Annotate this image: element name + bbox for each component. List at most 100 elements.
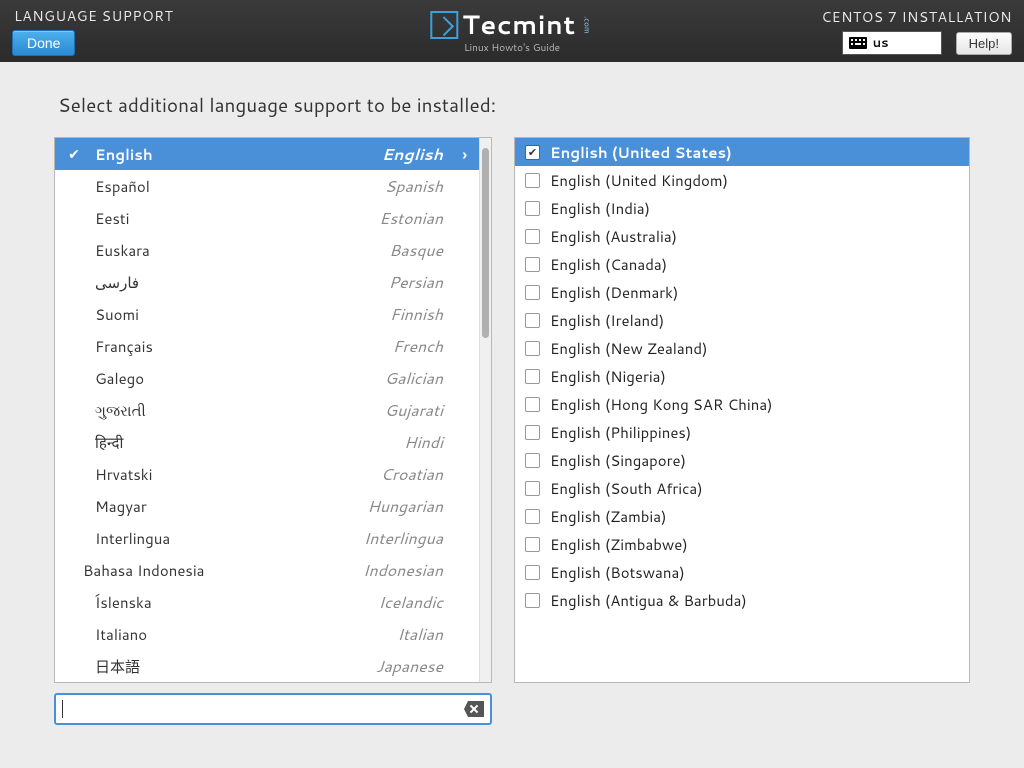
language-row[interactable]: MagyarHungarian› <box>55 490 479 522</box>
locale-checkbox[interactable] <box>525 565 540 580</box>
locale-checkbox[interactable] <box>525 341 540 356</box>
locale-row[interactable]: English (India) <box>515 194 969 222</box>
language-row[interactable]: ✔EnglishEnglish› <box>55 138 479 170</box>
language-row[interactable]: SuomiFinnish› <box>55 298 479 330</box>
language-native-label: Italiano <box>89 624 147 645</box>
locale-row[interactable]: English (United States) <box>515 138 969 166</box>
locale-checkbox[interactable] <box>525 145 540 160</box>
locale-checkbox[interactable] <box>525 537 540 552</box>
locale-row[interactable]: English (Australia) <box>515 222 969 250</box>
top-bar: LANGUAGE SUPPORT Done Tecmint .com Linux… <box>0 0 1024 62</box>
locale-row[interactable]: English (Zimbabwe) <box>515 530 969 558</box>
language-row[interactable]: 日本語Japanese› <box>55 650 479 682</box>
locale-row[interactable]: English (Singapore) <box>515 446 969 474</box>
language-search-box[interactable] <box>54 693 492 725</box>
language-row[interactable]: فارسیPersian› <box>55 266 479 298</box>
locale-row[interactable]: English (Denmark) <box>515 278 969 306</box>
language-english-label: Interlingua <box>364 527 449 550</box>
locale-row[interactable]: English (Botswana) <box>515 558 969 586</box>
locale-checkbox[interactable] <box>525 369 540 384</box>
language-row[interactable]: Bahasa IndonesiaIndonesian› <box>55 554 479 586</box>
locale-row[interactable]: English (Canada) <box>515 250 969 278</box>
language-english-label: French <box>393 335 449 358</box>
locale-row[interactable]: English (Antigua & Barbuda) <box>515 586 969 614</box>
language-english-label: Hungarian <box>367 495 449 518</box>
language-native-label: Euskara <box>89 240 150 261</box>
locale-list[interactable]: English (United States) English (United K… <box>515 138 969 614</box>
install-title: CENTOS 7 INSTALLATION <box>821 7 1012 27</box>
locale-checkbox[interactable] <box>525 313 540 328</box>
language-row[interactable]: ÍslenskaIcelandic› <box>55 586 479 618</box>
locale-checkbox[interactable] <box>525 425 540 440</box>
locale-row[interactable]: English (South Africa) <box>515 474 969 502</box>
language-english-label: Gujarati <box>385 399 449 422</box>
locale-label: English (Zambia) <box>550 506 667 527</box>
language-search-input[interactable] <box>67 700 464 719</box>
chevron-right-icon: › <box>453 144 467 165</box>
locale-checkbox[interactable] <box>525 509 540 524</box>
locale-row[interactable]: English (Philippines) <box>515 418 969 446</box>
language-row[interactable]: FrançaisFrench› <box>55 330 479 362</box>
locale-label: English (South Africa) <box>550 478 703 499</box>
scroll-thumb[interactable] <box>482 148 489 338</box>
locale-checkbox[interactable] <box>525 481 540 496</box>
language-row[interactable]: हिन्दीHindi› <box>55 426 479 458</box>
language-native-label: Suomi <box>89 304 139 325</box>
language-row[interactable]: EuskaraBasque› <box>55 234 479 266</box>
language-panel: ✔EnglishEnglish›EspañolSpanish›EestiEsto… <box>54 137 492 683</box>
clear-search-icon[interactable] <box>464 701 484 717</box>
done-button[interactable]: Done <box>12 30 75 56</box>
language-english-label: Basque <box>389 239 449 262</box>
language-english-label: Croatian <box>380 463 449 486</box>
language-row[interactable]: GalegoGalician› <box>55 362 479 394</box>
language-list[interactable]: ✔EnglishEnglish›EspañolSpanish›EestiEsto… <box>55 138 479 682</box>
locale-checkbox[interactable] <box>525 397 540 412</box>
language-row[interactable]: EspañolSpanish› <box>55 170 479 202</box>
locale-checkbox[interactable] <box>525 453 540 468</box>
locale-label: English (India) <box>550 198 650 219</box>
locale-row[interactable]: English (United Kingdom) <box>515 166 969 194</box>
language-native-label: ગુજરાતી <box>89 400 146 421</box>
locale-checkbox[interactable] <box>525 593 540 608</box>
language-row[interactable]: EestiEstonian› <box>55 202 479 234</box>
language-native-label: Français <box>89 336 153 357</box>
help-button[interactable]: Help! <box>956 32 1012 55</box>
page-title: LANGUAGE SUPPORT <box>14 6 173 26</box>
locale-row[interactable]: English (Hong Kong SAR China) <box>515 390 969 418</box>
locale-label: English (Nigeria) <box>550 366 666 387</box>
locale-label: English (United States) <box>550 142 732 163</box>
language-native-label: 日本語 <box>89 656 140 677</box>
language-english-label: Hindi <box>404 431 449 454</box>
language-scrollbar[interactable] <box>479 138 491 682</box>
locale-row[interactable]: English (New Zealand) <box>515 334 969 362</box>
locale-checkbox[interactable] <box>525 229 540 244</box>
language-row[interactable]: InterlinguaInterlingua› <box>55 522 479 554</box>
language-english-label: Finnish <box>390 303 449 326</box>
locale-row[interactable]: English (Nigeria) <box>515 362 969 390</box>
check-icon: ✔ <box>63 144 85 164</box>
language-english-label: Italian <box>397 623 449 646</box>
language-row[interactable]: HrvatskiCroatian› <box>55 458 479 490</box>
brand-text: Tecmint <box>462 7 575 43</box>
language-english-label: Japanese <box>376 655 449 678</box>
brand-dotcom: .com <box>582 16 594 34</box>
locale-checkbox[interactable] <box>525 173 540 188</box>
locale-label: English (United Kingdom) <box>550 170 728 191</box>
language-row[interactable]: ItalianoItalian› <box>55 618 479 650</box>
locale-row[interactable]: English (Zambia) <box>515 502 969 530</box>
locale-label: English (Ireland) <box>550 310 664 331</box>
tecmint-icon <box>430 11 458 39</box>
locale-panel: English (United States) English (United K… <box>514 137 970 683</box>
language-english-label: Estonian <box>379 207 449 230</box>
language-native-label: Eesti <box>89 208 129 229</box>
language-native-label: Magyar <box>89 496 147 517</box>
keyboard-layout-indicator[interactable]: us <box>842 31 942 55</box>
language-row[interactable]: ગુજરાતીGujarati› <box>55 394 479 426</box>
locale-checkbox[interactable] <box>525 257 540 272</box>
locale-row[interactable]: English (Ireland) <box>515 306 969 334</box>
locale-label: English (Australia) <box>550 226 677 247</box>
language-english-label: Galician <box>385 367 449 390</box>
language-english-label: English <box>382 143 449 166</box>
locale-checkbox[interactable] <box>525 285 540 300</box>
locale-checkbox[interactable] <box>525 201 540 216</box>
